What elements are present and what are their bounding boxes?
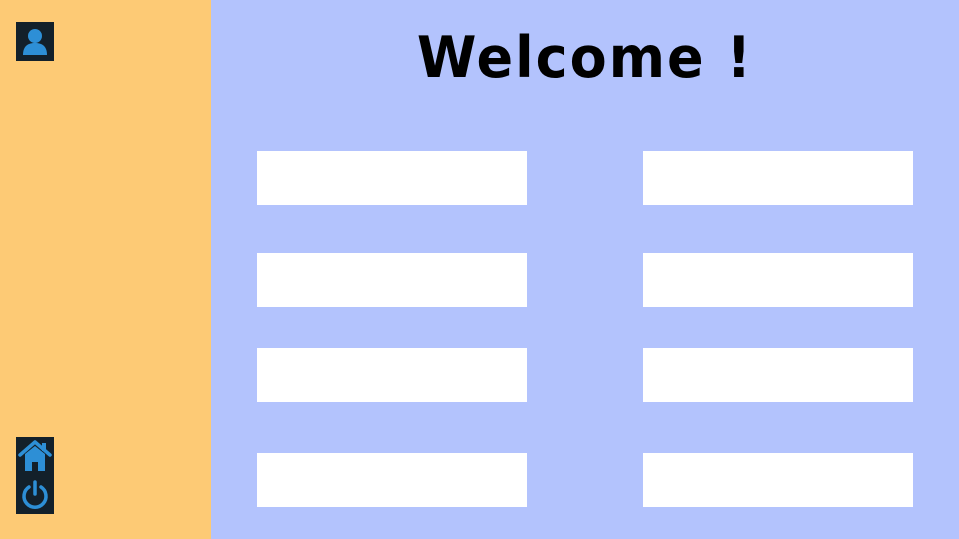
sidebar-bottom-actions — [16, 437, 54, 514]
input-field-8[interactable] — [643, 453, 913, 507]
input-field-2[interactable] — [643, 151, 913, 205]
input-field-1[interactable] — [257, 151, 527, 205]
input-field-5[interactable] — [257, 348, 527, 402]
input-field-7[interactable] — [257, 453, 527, 507]
input-field-6[interactable] — [643, 348, 913, 402]
page-title: Welcome ! — [416, 24, 754, 91]
input-field-4[interactable] — [643, 253, 913, 307]
home-button[interactable] — [16, 437, 54, 475]
profile-button[interactable] — [16, 22, 54, 61]
power-button[interactable] — [16, 476, 54, 514]
user-profile-icon — [23, 28, 47, 55]
power-icon — [22, 480, 48, 509]
sidebar — [0, 0, 211, 539]
home-icon — [18, 440, 52, 471]
input-field-3[interactable] — [257, 253, 527, 307]
